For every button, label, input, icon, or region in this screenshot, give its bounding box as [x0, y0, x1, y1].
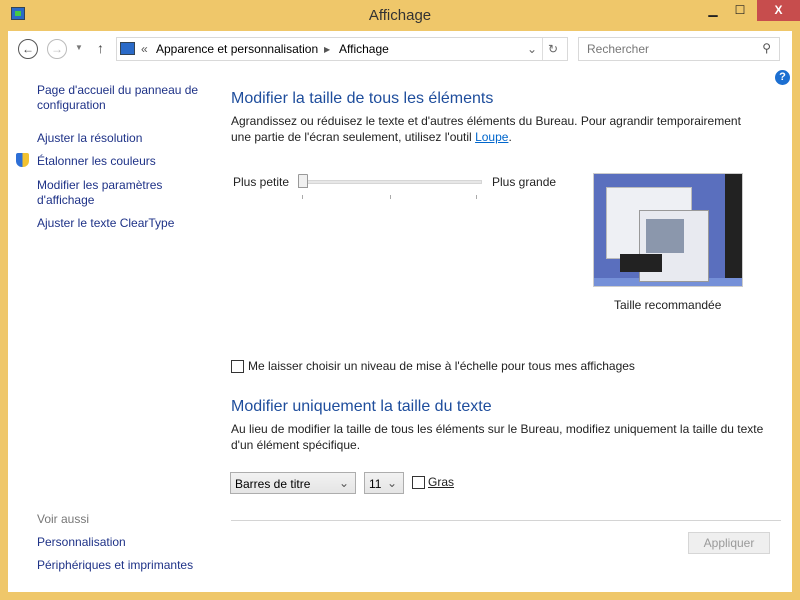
magnifier-link[interactable]: Loupe [475, 130, 508, 144]
bold-checkbox[interactable] [412, 476, 425, 489]
sidebar-item-calibrate[interactable]: Étalonner les couleurs [37, 154, 156, 169]
sidebar-item-home[interactable]: Page d'accueil du panneau de configurati… [37, 83, 207, 113]
chevron-down-icon: ⌄ [338, 476, 349, 490]
apply-button[interactable]: Appliquer [688, 532, 770, 554]
font-size-select[interactable]: 11 ⌄ [364, 472, 404, 494]
custom-scaling-label[interactable]: Me laisser choisir un niveau de mise à l… [248, 358, 635, 374]
sidebar-item-cleartype[interactable]: Ajuster le texte ClearType [37, 216, 174, 231]
breadcrumb-appearance[interactable]: Apparence et personnalisation [156, 42, 318, 56]
see-also-heading: Voir aussi [37, 512, 90, 526]
element-select[interactable]: Barres de titre ⌄ [230, 472, 356, 494]
slider-max-label: Plus grande [492, 175, 557, 189]
refresh-icon[interactable]: ↻ [548, 42, 558, 56]
search-icon[interactable]: ⚲ [762, 41, 771, 55]
scale-preview-image [593, 173, 743, 287]
forward-button[interactable]: → [47, 39, 67, 59]
sidebar-item-devices[interactable]: Périphériques et imprimantes [37, 558, 193, 573]
chevron-down-icon[interactable]: ⌄ [527, 42, 537, 56]
scale-slider-thumb[interactable] [298, 174, 308, 188]
help-icon[interactable]: ? [775, 70, 790, 85]
window-title: Affichage [368, 7, 432, 24]
section-description: Agrandissez ou réduisez le texte et d'au… [231, 114, 741, 144]
preview-caption: Taille recommandée [614, 298, 722, 312]
shield-icon [16, 153, 29, 167]
section-title-text-only: Modifier uniquement la taille du texte [231, 398, 492, 415]
sidebar-item-resolution[interactable]: Ajuster la résolution [37, 131, 142, 146]
breadcrumb-overflow[interactable]: « [141, 42, 148, 56]
control-panel-icon [120, 42, 135, 55]
sidebar-item-personalization[interactable]: Personnalisation [37, 535, 126, 550]
bold-label[interactable]: Gras [428, 474, 454, 490]
title-bar: Affichage ▁ ☐ X [0, 0, 800, 31]
search-input[interactable]: Rechercher ⚲ [578, 37, 780, 61]
text-only-description: Au lieu de modifier la taille de tous le… [231, 422, 764, 452]
chevron-down-icon: ⌄ [386, 476, 397, 490]
maximize-button[interactable]: ☐ [727, 0, 753, 21]
address-bar[interactable]: « Apparence et personnalisation ▶ Affich… [116, 37, 568, 61]
minimize-button[interactable]: ▁ [700, 0, 726, 21]
slider-min-label: Plus petite [233, 175, 290, 189]
recent-dropdown-icon[interactable]: ▼ [75, 43, 83, 52]
custom-scaling-checkbox[interactable] [231, 360, 244, 373]
scale-slider-track[interactable] [300, 180, 482, 184]
divider [231, 520, 781, 521]
breadcrumb-display[interactable]: Affichage [339, 42, 389, 56]
chevron-right-icon[interactable]: ▶ [324, 45, 330, 54]
search-placeholder: Rechercher [587, 42, 650, 56]
section-title-all-items: Modifier la taille de tous les éléments [231, 90, 494, 107]
close-button[interactable]: X [757, 0, 800, 21]
back-button[interactable]: ← [18, 39, 38, 59]
up-button[interactable]: ↑ [97, 40, 104, 56]
sidebar-item-display-settings[interactable]: Modifier les paramètres d'affichage [37, 178, 187, 208]
